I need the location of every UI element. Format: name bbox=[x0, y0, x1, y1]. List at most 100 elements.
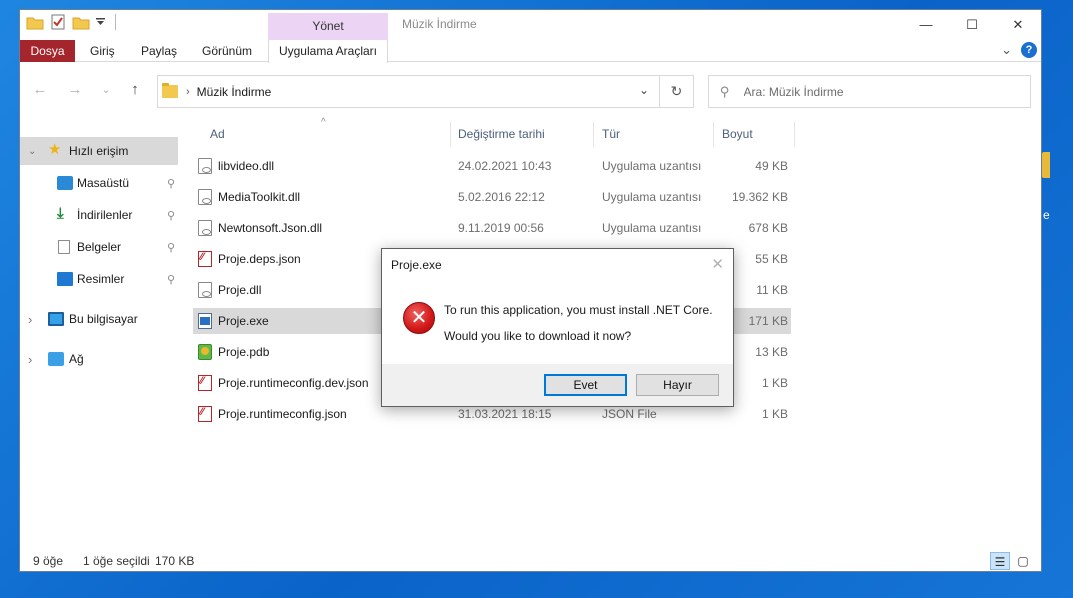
folder-icon bbox=[26, 17, 44, 29]
folder-icon bbox=[162, 83, 178, 98]
refresh-button[interactable]: ↻ bbox=[660, 75, 694, 108]
close-button[interactable]: ✕ bbox=[995, 10, 1041, 39]
properties-icon[interactable] bbox=[50, 14, 66, 30]
recent-locations-button[interactable]: ⌄ bbox=[96, 80, 116, 100]
address-bar[interactable]: › Müzik İndirme ⌄ bbox=[157, 75, 660, 108]
yes-button[interactable]: Evet bbox=[544, 374, 627, 396]
file-type: Uygulama uzantısı bbox=[602, 221, 702, 235]
dll-file-icon bbox=[198, 220, 212, 236]
back-button[interactable]: ← bbox=[30, 80, 50, 100]
documents-icon bbox=[58, 240, 70, 254]
maximize-button[interactable]: ☐ bbox=[949, 10, 995, 39]
sidebar-item-label: Ağ bbox=[69, 352, 84, 366]
forward-button[interactable]: → bbox=[65, 80, 85, 100]
status-bar: 9 öğe 1 öğe seçildi 170 KB ☰ ▢ bbox=[20, 550, 1041, 571]
sidebar-item-this-pc[interactable]: › Bu bilgisayar bbox=[20, 305, 178, 333]
breadcrumb-chevron-icon[interactable]: › bbox=[186, 86, 190, 98]
computer-icon bbox=[48, 312, 64, 326]
pin-icon[interactable]: ⚲ bbox=[167, 241, 175, 254]
expand-chevron-icon[interactable]: › bbox=[28, 352, 32, 367]
navigation-bar: ← → ⌄ ↑ › Müzik İndirme ⌄ ↻ ⚲ bbox=[20, 72, 1041, 108]
large-icons-view-icon[interactable]: ▢ bbox=[1013, 552, 1033, 570]
network-icon bbox=[48, 352, 64, 366]
up-button[interactable]: ↑ bbox=[125, 80, 145, 100]
tab-home[interactable]: Giriş bbox=[90, 40, 115, 62]
breadcrumb-current-folder[interactable]: Müzik İndirme bbox=[197, 85, 272, 99]
file-size: 49 KB bbox=[755, 159, 788, 173]
dll-file-icon bbox=[198, 189, 212, 205]
tab-file[interactable]: Dosya bbox=[20, 40, 75, 62]
file-name: Proje.deps.json bbox=[218, 252, 301, 266]
sidebar-item-label: Bu bilgisayar bbox=[69, 312, 138, 326]
column-header-name[interactable]: Ad bbox=[210, 122, 450, 147]
toolbar-separator bbox=[115, 14, 116, 30]
search-icon: ⚲ bbox=[720, 83, 730, 99]
sidebar-item-label: İndirilenler bbox=[77, 208, 133, 222]
tab-application-tools[interactable]: Uygulama Araçları bbox=[268, 40, 388, 63]
pin-icon[interactable]: ⚲ bbox=[167, 209, 175, 222]
customize-toolbar-icon[interactable] bbox=[96, 17, 105, 27]
item-count: 9 öğe bbox=[33, 554, 64, 568]
dialog-close-button[interactable]: ✕ bbox=[711, 255, 724, 273]
dll-file-icon bbox=[198, 158, 212, 174]
column-divider[interactable] bbox=[713, 122, 714, 147]
file-modified: 24.02.2021 10:43 bbox=[458, 159, 552, 173]
address-history-dropdown[interactable]: ⌄ bbox=[639, 83, 649, 97]
column-header-type[interactable]: Tür bbox=[602, 122, 712, 147]
tab-view[interactable]: Görünüm bbox=[202, 40, 252, 62]
pin-icon[interactable]: ⚲ bbox=[167, 273, 175, 286]
details-view-icon[interactable]: ☰ bbox=[990, 552, 1010, 570]
manage-context-tab[interactable]: Yönet bbox=[268, 13, 388, 40]
file-name: Proje.exe bbox=[218, 314, 269, 328]
sidebar-item-downloads[interactable]: ⤓ İndirilenler ⚲ bbox=[20, 201, 178, 229]
column-divider[interactable] bbox=[593, 122, 594, 147]
star-icon: ★ bbox=[48, 141, 62, 158]
sidebar-item-quick-access[interactable]: ⌄ ★ Hızlı erişim bbox=[20, 137, 178, 165]
selection-size: 170 KB bbox=[155, 554, 195, 568]
title-bar: Yönet Müzik İndirme — ☐ ✕ bbox=[20, 10, 1041, 40]
no-button[interactable]: Hayır bbox=[636, 374, 719, 396]
file-size: 19.362 KB bbox=[731, 190, 788, 204]
column-header-size[interactable]: Boyut bbox=[722, 122, 792, 147]
sidebar-item-documents[interactable]: Belgeler ⚲ bbox=[20, 233, 178, 261]
file-name: Proje.pdb bbox=[218, 345, 270, 359]
dll-file-icon bbox=[198, 282, 212, 298]
json-file-icon bbox=[198, 251, 212, 267]
expand-ribbon-icon[interactable]: ⌄ bbox=[1001, 42, 1012, 58]
search-input[interactable] bbox=[743, 84, 1014, 99]
file-row[interactable]: Newtonsoft.Json.dll 9.11.2019 00:56 Uygu… bbox=[193, 215, 791, 241]
desktop-folder-icon[interactable] bbox=[1042, 152, 1050, 178]
expanded-chevron-icon[interactable]: ⌄ bbox=[28, 146, 36, 157]
file-modified: 9.11.2019 00:56 bbox=[458, 221, 544, 235]
file-row[interactable]: libvideo.dll 24.02.2021 10:43 Uygulama u… bbox=[193, 153, 791, 179]
view-toggle: ☰ ▢ bbox=[990, 552, 1033, 570]
minimize-button[interactable]: — bbox=[903, 10, 949, 39]
file-name: MediaToolkit.dll bbox=[218, 190, 301, 204]
json-file-icon bbox=[198, 406, 212, 422]
file-size: 678 KB bbox=[748, 221, 788, 235]
help-icon[interactable]: ? bbox=[1021, 42, 1037, 58]
search-box[interactable]: ⚲ bbox=[708, 75, 1031, 108]
file-modified: 5.02.2016 22:12 bbox=[458, 190, 545, 204]
quick-access-toolbar bbox=[26, 14, 116, 30]
tab-share[interactable]: Paylaş bbox=[141, 40, 177, 62]
expand-chevron-icon[interactable]: › bbox=[28, 312, 32, 327]
ribbon-right-controls: ⌄ ? bbox=[1001, 42, 1037, 58]
dialog-title: Proje.exe bbox=[391, 258, 442, 272]
sidebar-item-network[interactable]: › Ağ bbox=[20, 345, 178, 373]
column-divider[interactable] bbox=[794, 122, 795, 147]
new-folder-icon[interactable] bbox=[72, 15, 90, 30]
file-name: Proje.dll bbox=[218, 283, 262, 297]
sidebar-item-desktop[interactable]: Masaüstü ⚲ bbox=[20, 169, 178, 197]
file-name: Proje.runtimeconfig.dev.json bbox=[218, 376, 369, 390]
column-divider[interactable] bbox=[450, 122, 451, 147]
sidebar-item-pictures[interactable]: Resimler ⚲ bbox=[20, 265, 178, 293]
json-file-icon bbox=[198, 375, 212, 391]
pin-icon[interactable]: ⚲ bbox=[167, 177, 175, 190]
window-title: Müzik İndirme bbox=[402, 17, 477, 31]
sidebar-item-label: Belgeler bbox=[77, 240, 122, 254]
file-row[interactable]: MediaToolkit.dll 5.02.2016 22:12 Uygulam… bbox=[193, 184, 791, 210]
pdb-file-icon bbox=[198, 344, 212, 360]
dialog-question: Would you like to download it now? bbox=[444, 329, 632, 343]
column-header-modified[interactable]: Değiştirme tarihi bbox=[458, 122, 593, 147]
